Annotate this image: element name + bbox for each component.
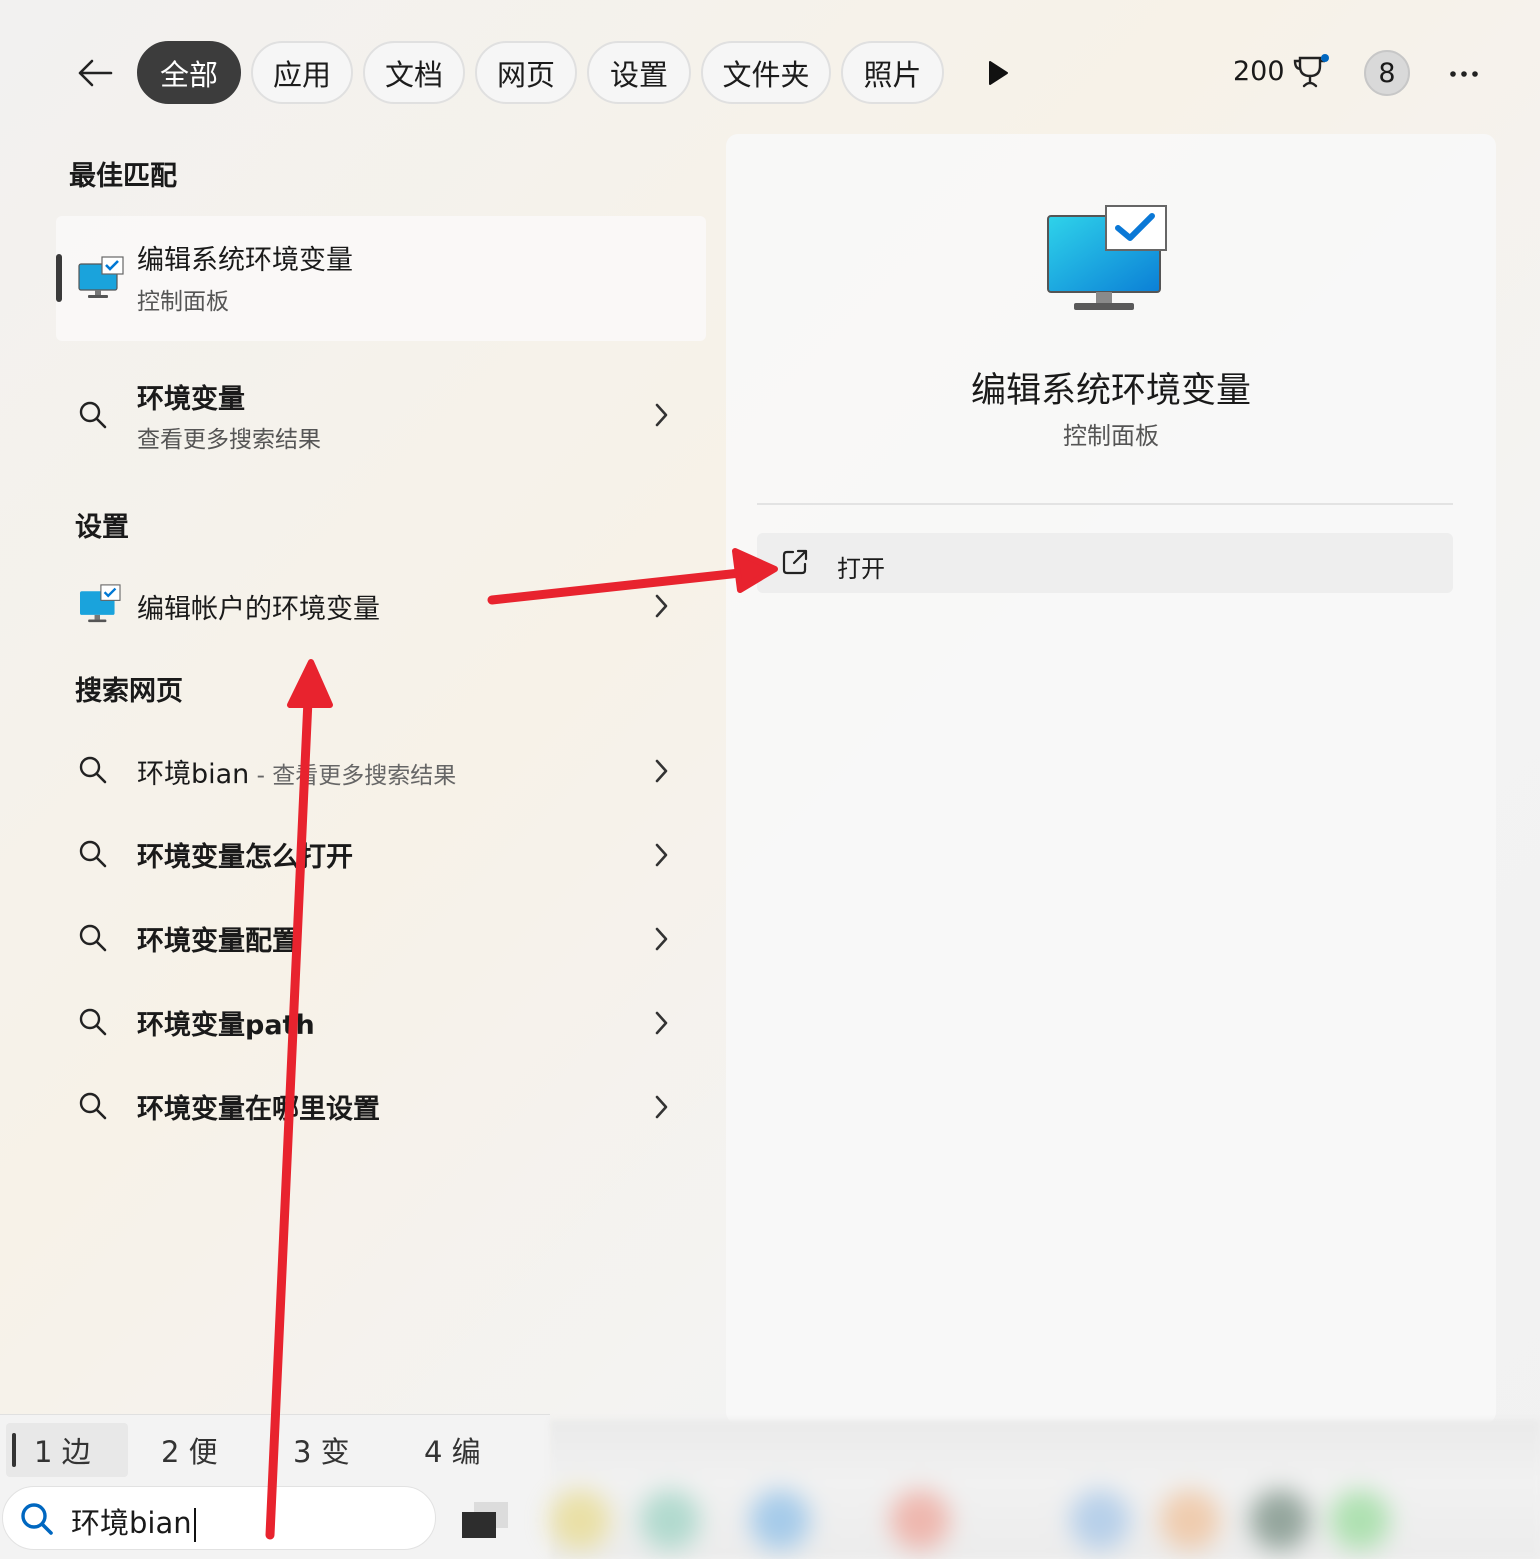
section-heading-best-match: 最佳匹配 <box>69 161 177 192</box>
web-suggestion-title: 环境变量在哪里设置 <box>137 1094 380 1125</box>
settings-result-title: 编辑帐户的环境变量 <box>137 594 380 625</box>
text-caret <box>193 1508 196 1542</box>
web-suggestion-row[interactable]: 环境变量path <box>70 987 690 1057</box>
settings-result-row[interactable]: 编辑帐户的环境变量 <box>70 570 690 640</box>
chevron-right-icon <box>655 759 668 783</box>
web-suggestion-title: 环境变量path <box>137 1010 315 1041</box>
best-match-result[interactable]: 编辑系统环境变量 控制面板 <box>56 216 706 341</box>
section-heading-settings: 设置 <box>75 512 129 543</box>
web-result-title: 环境bian - 查看更多搜索结果 <box>137 752 456 791</box>
back-button[interactable] <box>70 50 120 96</box>
candidate-focus-marker <box>12 1433 16 1467</box>
chevron-right-icon <box>655 403 668 427</box>
rewards-points: 200 <box>1233 56 1285 87</box>
open-external-icon <box>782 549 808 575</box>
annotation-arrowhead-up <box>287 659 333 708</box>
divider <box>757 503 1453 505</box>
system-properties-icon <box>78 256 124 298</box>
web-result-query: 环境bian <box>137 759 250 790</box>
more-results-subtitle: 查看更多搜索结果 <box>137 427 321 453</box>
tab-folders[interactable]: 文件夹 <box>701 41 831 104</box>
ellipsis-icon <box>1450 71 1478 77</box>
more-filters-button[interactable] <box>980 55 1016 91</box>
detail-subtitle: 控制面板 <box>1063 422 1159 450</box>
web-result-suffix: - 查看更多搜索结果 <box>249 763 457 789</box>
ime-candidate-bar: 1 边 2 便 3 变 4 编 <box>0 1414 550 1486</box>
blurred-taskbar-region <box>550 1420 1540 1559</box>
tab-photos[interactable]: 照片 <box>841 41 944 104</box>
task-view-button[interactable] <box>460 1500 510 1540</box>
play-icon <box>989 61 1008 85</box>
best-match-subtitle: 控制面板 <box>137 289 229 315</box>
more-results-row[interactable]: 环境变量 查看更多搜索结果 <box>70 365 690 465</box>
ime-candidate-label: 1 边 <box>34 1435 91 1469</box>
search-icon <box>79 401 107 429</box>
arrow-left-icon <box>78 59 113 87</box>
chevron-right-icon <box>655 1095 668 1119</box>
search-icon <box>79 1008 107 1036</box>
tab-settings[interactable]: 设置 <box>587 41 691 104</box>
search-icon <box>79 756 107 784</box>
tab-all[interactable]: 全部 <box>137 41 241 104</box>
detail-pane: 编辑系统环境变量 控制面板 打开 <box>726 134 1496 1424</box>
web-result-row[interactable]: 环境bian - 查看更多搜索结果 <box>70 735 690 805</box>
ime-candidate[interactable]: 2 便 <box>133 1423 255 1477</box>
detail-title: 编辑系统环境变量 <box>970 371 1251 411</box>
search-icon <box>21 1503 53 1535</box>
more-options-button[interactable] <box>1444 54 1484 94</box>
system-properties-icon <box>80 584 121 623</box>
web-suggestion-row[interactable]: 环境变量在哪里设置 <box>70 1071 690 1141</box>
open-button[interactable]: 打开 <box>757 533 1453 593</box>
open-label: 打开 <box>837 555 885 583</box>
more-results-title: 环境变量 <box>137 384 245 415</box>
ime-candidate[interactable]: 3 变 <box>265 1423 387 1477</box>
avatar[interactable]: 8 <box>1364 50 1410 96</box>
selection-indicator <box>56 254 62 302</box>
web-suggestion-title: 环境变量怎么打开 <box>137 842 353 873</box>
section-heading-web-search: 搜索网页 <box>75 676 183 707</box>
best-match-title: 编辑系统环境变量 <box>137 245 353 276</box>
task-view-icon <box>462 1502 508 1538</box>
tab-apps[interactable]: 应用 <box>251 41 353 104</box>
chevron-right-icon <box>655 843 668 867</box>
ime-candidate[interactable]: 1 边 <box>6 1423 128 1477</box>
search-text: 环境bian <box>71 1500 196 1542</box>
rewards-button[interactable] <box>1292 52 1332 92</box>
search-icon <box>79 1092 107 1120</box>
search-icon <box>79 840 107 868</box>
search-value: 环境bian <box>71 1506 192 1540</box>
chevron-right-icon <box>655 594 668 618</box>
taskbar-search-input[interactable]: 环境bian <box>2 1486 436 1550</box>
web-suggestion-title: 环境变量配置 <box>137 926 299 957</box>
tab-documents[interactable]: 文档 <box>363 41 465 104</box>
ime-candidate[interactable]: 4 编 <box>396 1423 518 1477</box>
system-properties-icon <box>1047 205 1167 310</box>
filter-tabs: 全部 应用 文档 网页 设置 文件夹 照片 <box>137 41 944 104</box>
web-suggestion-row[interactable]: 环境变量怎么打开 <box>70 819 690 889</box>
tab-web[interactable]: 网页 <box>475 41 577 104</box>
chevron-right-icon <box>655 927 668 951</box>
web-suggestion-row[interactable]: 环境变量配置 <box>70 903 690 973</box>
trophy-icon <box>1293 54 1329 88</box>
search-icon <box>79 924 107 952</box>
chevron-right-icon <box>655 1011 668 1035</box>
